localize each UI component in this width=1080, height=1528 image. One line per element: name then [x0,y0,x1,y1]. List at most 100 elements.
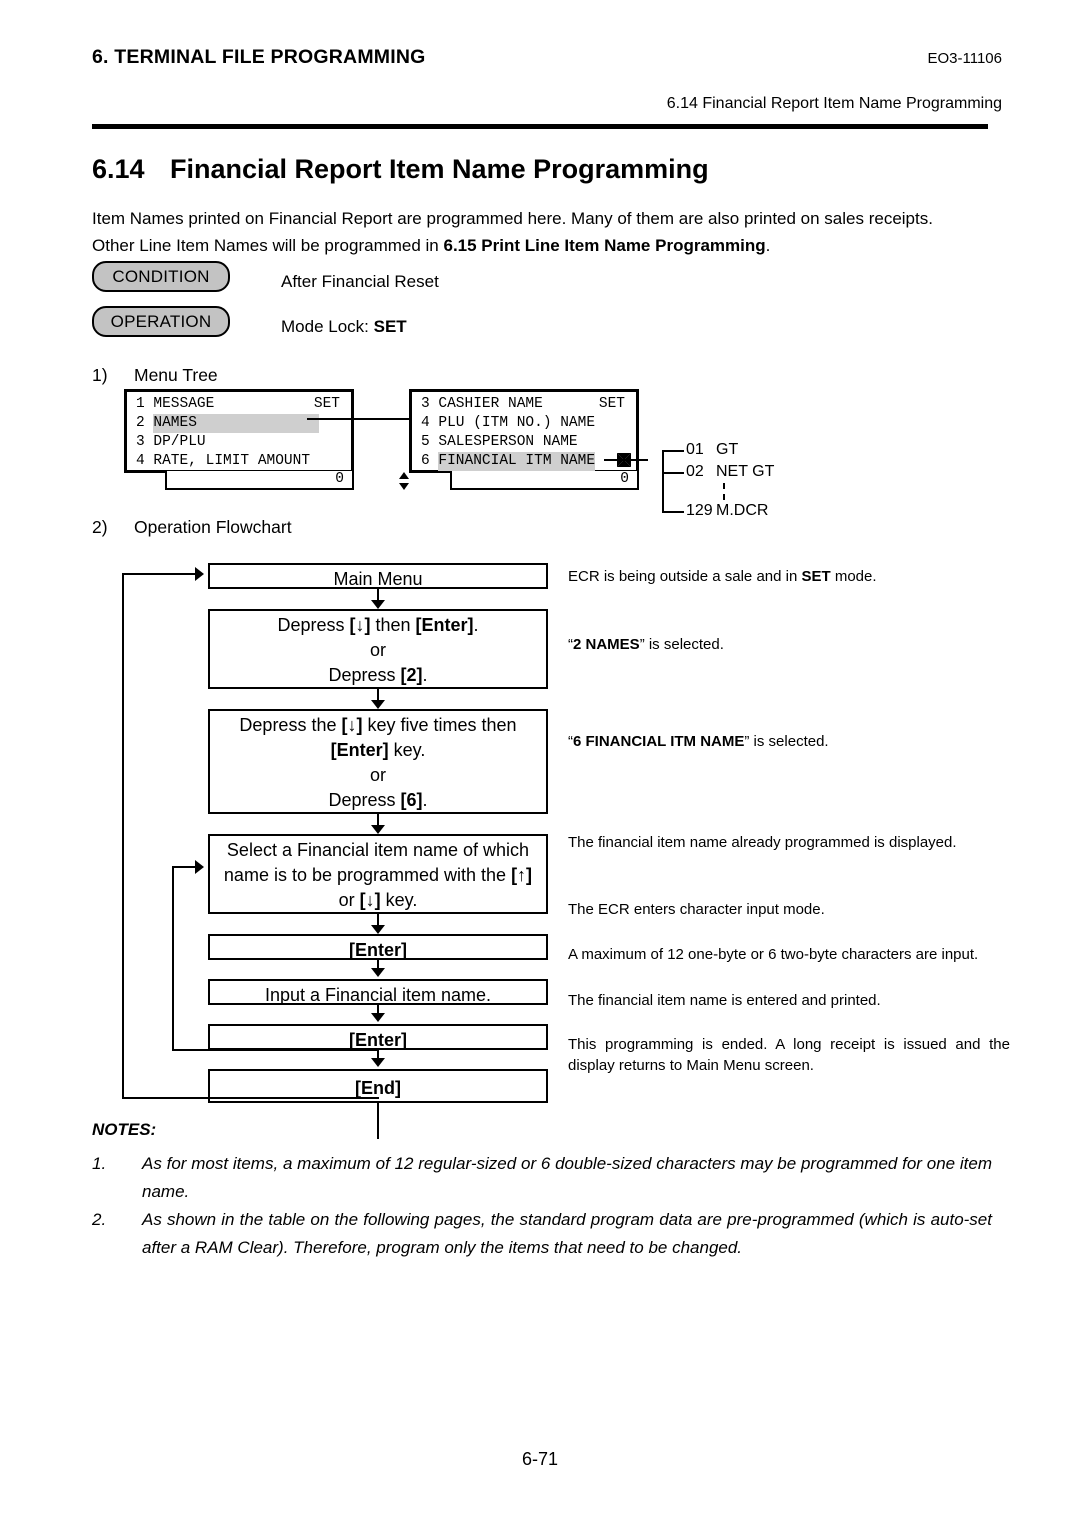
step-2-label: Operation Flowchart [134,517,292,537]
branch-item-129[interactable]: 129 M.DCR [686,502,768,520]
flow-text: key. [380,890,418,910]
loop-line-enter-to-select-in [172,866,196,868]
intro-line-2-prefix: Other Line Item Names will be programmed… [92,236,444,255]
lcd-row[interactable]: 6 FINANCIAL ITM NAME [412,452,636,471]
flow-arrow-head-icon [371,700,385,709]
flow-note-character-input-mode: The ECR enters character input mode. [568,901,825,918]
notes-item: 2. As shown in the table on the followin… [92,1206,992,1262]
lcd-row-number: 6 [421,453,430,469]
flow-note-text: mode. [830,568,877,585]
lcd-row-right-label: SET [313,396,340,412]
loop-line-enter-to-select-h [172,1049,378,1051]
branch-trunk-line [662,450,664,513]
scroll-updown-icon[interactable] [329,453,409,490]
flow-note-text: ” is selected. [639,636,724,653]
flow-line: Depress [2]. [214,663,542,688]
flow-box-select-financial-menu-text: Depress the [↓] key five times then [Ent… [210,711,546,815]
flow-key-enter: [Enter] [349,940,407,960]
lcd-footer-value: 0 [620,471,629,487]
lcd-panel-names-menu-footer: 0 [450,471,639,490]
running-header-title: 6.14 Financial Report Item Name Programm… [666,95,1002,112]
intro-cross-reference: 6.15 Print Line Item Name Programming [443,236,766,255]
lcd-row-number: 3 [421,396,430,412]
notes-item-number: 2. [92,1210,107,1229]
flow-key-enter: [Enter] [349,1030,407,1050]
lcd-row-text: RATE, LIMIT AMOUNT [153,453,311,469]
flow-text: . [473,615,479,635]
branch-item-number: 02 [686,463,704,480]
branch-item-number: 129 [686,502,713,519]
flow-line: or [↓] key. [214,888,542,913]
branch-ellipsis-dotted-line [723,483,725,500]
flow-text: Input a Financial item name. [264,985,492,1005]
condition-value: After Financial Reset [281,272,439,291]
intro-paragraph: Item Names printed on Financial Report a… [92,205,992,259]
flow-key-down: [↓] [359,890,381,910]
flow-line: Select a Financial item name of which [214,838,542,863]
flow-note-entered-printed: The financial item name is entered and p… [568,992,881,1009]
lcd-row-number: 4 [421,415,430,431]
step-1-label: Menu Tree [134,365,218,385]
lcd-row[interactable]: 5 SALESPERSON NAME [412,433,636,452]
branch-item-01[interactable]: 01 GT [686,441,738,459]
flow-text: Depress [328,790,401,810]
flow-box-enter-1: [Enter] [208,934,548,960]
flow-arrow-head-icon [371,1058,385,1067]
flow-text-or: or [369,640,386,660]
flow-text: Depress the [239,715,342,735]
flow-line: Depress the [↓] key five times then [214,713,542,738]
flow-text-or: or [369,765,386,785]
loop-arrow-head-icon [195,860,204,874]
lcd-row-number: 2 [136,415,145,431]
flow-box-select-names-text: Depress [↓] then [Enter]. or Depress [2]… [210,611,546,690]
branch-item-name: M.DCR [716,502,769,519]
lcd-row-text-selected: FINANCIAL ITM NAME [438,452,596,471]
lcd-row[interactable]: 3 DP/PLU [127,433,351,452]
lcd-row-text: DP/PLU [153,434,206,450]
page-header-chapter: 6. TERMINAL FILE PROGRAMMING [92,46,426,68]
flow-note-financial-selected: “6 FINANCIAL ITM NAME” is selected. [568,731,829,752]
flow-arrow-head-icon [371,600,385,609]
flow-line: Depress [6]. [214,788,542,813]
intro-line-1: Item Names printed on Financial Report a… [92,209,933,228]
lcd-row-text: PLU (ITM NO.) NAME [438,415,596,431]
loop-line-enter-to-select-v [172,866,174,1051]
flow-key-6: [6] [400,790,423,810]
notes-item-text: As for most items, a maximum of 12 regul… [142,1154,992,1201]
lcd-row-right-label: SET [598,396,625,412]
flow-text: name is to be programmed with the [223,865,512,885]
operation-value-prefix: Mode Lock: [281,317,374,336]
operation-badge: OPERATION [92,306,230,337]
branch-item-02[interactable]: 02 NET GT [686,463,774,481]
step-1-number: 1) [92,365,108,385]
flow-line: [Enter] key. [214,738,542,763]
lcd-row[interactable]: 1 MESSAGE SET [127,395,351,414]
loop-line-end-h-bottom [122,1097,379,1099]
diamond-node-icon [617,453,631,467]
lcd-row[interactable]: 3 CASHIER NAME SET [412,395,636,414]
section-title-text: Financial Report Item Name Programming [170,154,709,184]
loop-line-end-down [377,1103,379,1139]
flow-note-max-characters: A maximum of 12 one-byte or 6 two-byte c… [568,946,979,963]
lcd-row-number: 5 [421,434,430,450]
flow-box-main-menu: Main Menu [208,563,548,589]
flow-box-select-financial-menu: Depress the [↓] key five times then [Ent… [208,709,548,814]
lcd-panel-main-menu-rows: 1 MESSAGE SET 2 NAMES 3 DP/PLU 4 RATE, LI… [127,392,409,490]
flow-text: Select a Financial item name of which [226,840,530,860]
flow-text: Depress [328,665,401,685]
step-1-heading: 1) Menu Tree [92,365,218,386]
flow-note-text: ” is selected. [744,733,829,750]
loop-arrow-head-icon [195,567,204,581]
flow-note-text: ECR is being outside a sale and in [568,568,802,585]
lcd-row[interactable]: 4 RATE, LIMIT AMOUNT [127,452,409,490]
branch-line-129 [662,511,684,513]
flow-key-end: [End] [355,1078,401,1098]
flow-note-main-menu: ECR is being outside a sale and in SET m… [568,566,877,587]
lcd-row-text: CASHIER NAME [438,396,543,412]
flow-note-programming-ended: This programming is ended. A long receip… [568,1036,1010,1074]
lcd-row[interactable]: 2 NAMES [127,414,351,433]
notes-item: 1. As for most items, a maximum of 12 re… [92,1150,992,1206]
step-2-number: 2) [92,517,108,537]
flow-arrow-head-icon [371,1013,385,1022]
lcd-row[interactable]: 4 PLU (ITM NO.) NAME [412,414,636,433]
